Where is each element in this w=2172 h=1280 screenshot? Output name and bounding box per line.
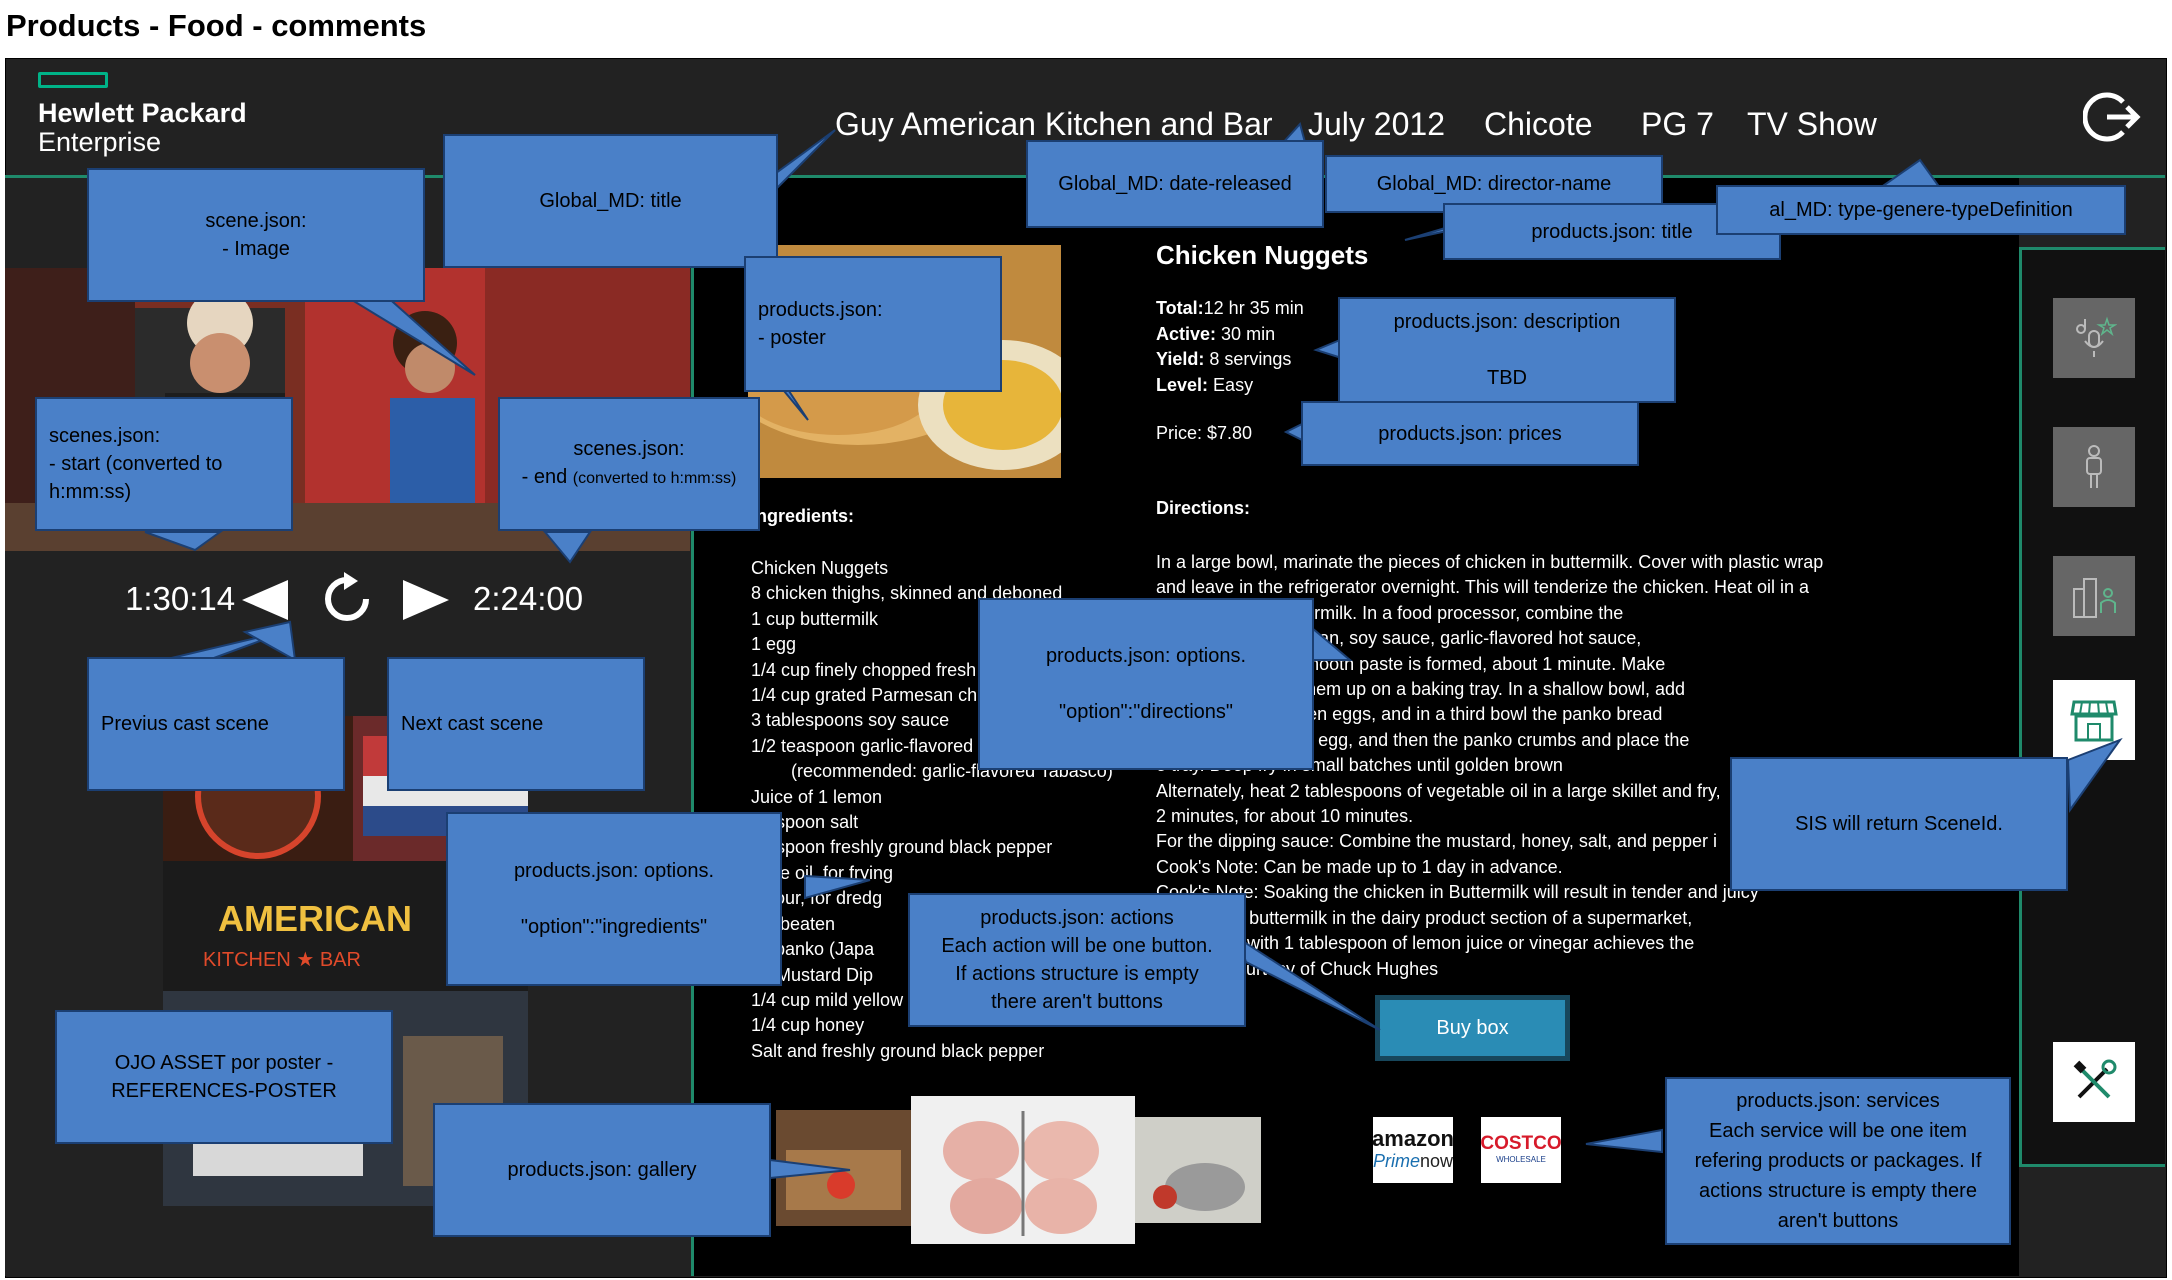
- callout-scene-start: scenes.json: - start (converted to h:mm:…: [35, 397, 293, 531]
- callout-services: products.json: services Each service wil…: [1665, 1077, 2011, 1245]
- callout-ojo-asset: OJO ASSET por poster - REFERENCES-POSTER: [55, 1010, 393, 1144]
- callout-next-scene: Next cast scene: [387, 657, 645, 791]
- callout-prices: products.json: prices: [1301, 401, 1639, 466]
- callout-poster: products.json: - poster: [744, 256, 1002, 392]
- callout-type-genre: al_MD: type-genere-typeDefinition: [1716, 185, 2126, 235]
- callout-sis: SIS will return SceneId.: [1730, 757, 2068, 891]
- callout-global-title: Global_MD: title: [443, 134, 778, 268]
- callout-ingredients: products.json: options. "option":"ingred…: [446, 812, 782, 986]
- callout-prev-scene: Previus cast scene: [87, 657, 345, 791]
- callout-actions: products.json: actions Each action will …: [908, 893, 1246, 1027]
- callout-gallery: products.json: gallery: [433, 1103, 771, 1237]
- callout-scene-end: scenes.json: - end (converted to h:mm:ss…: [498, 397, 760, 531]
- callout-scene-image: scene.json: - Image: [87, 168, 425, 302]
- callout-date-released: Global_MD: date-released: [1026, 140, 1324, 228]
- callout-directions: products.json: options. "option":"direct…: [978, 598, 1314, 770]
- callout-description: products.json: description TBD: [1338, 297, 1676, 403]
